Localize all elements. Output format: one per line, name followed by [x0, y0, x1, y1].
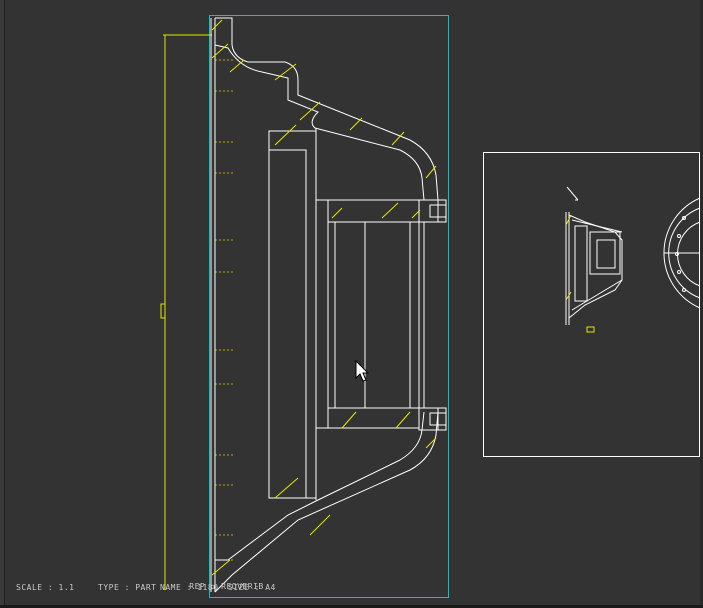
- main-view-selection-box[interactable]: [209, 15, 449, 598]
- centerline-ticks: [215, 59, 235, 561]
- vertical-dimension[interactable]: [160, 34, 212, 590]
- section-view-geometry[interactable]: [210, 17, 447, 593]
- scale-label: SCALE : 1.1: [16, 583, 75, 592]
- overview-inset[interactable]: [483, 152, 701, 457]
- name-label: NAME : 1180: [160, 583, 219, 592]
- type-label: TYPE : PART: [98, 583, 157, 592]
- size-label: SIZE : A4: [228, 583, 276, 592]
- overview-circular-view: [663, 197, 701, 309]
- overview-miniature-section: [565, 186, 623, 325]
- drawing-viewport[interactable]: REP : REOVERIB SCALE : 1.1 TYPE : PART N…: [0, 0, 703, 608]
- section-hatching: [211, 19, 437, 576]
- overview-frame[interactable]: [483, 152, 700, 457]
- arrow-pointer-icon: [355, 359, 370, 382]
- drawing-canvas[interactable]: [0, 0, 703, 608]
